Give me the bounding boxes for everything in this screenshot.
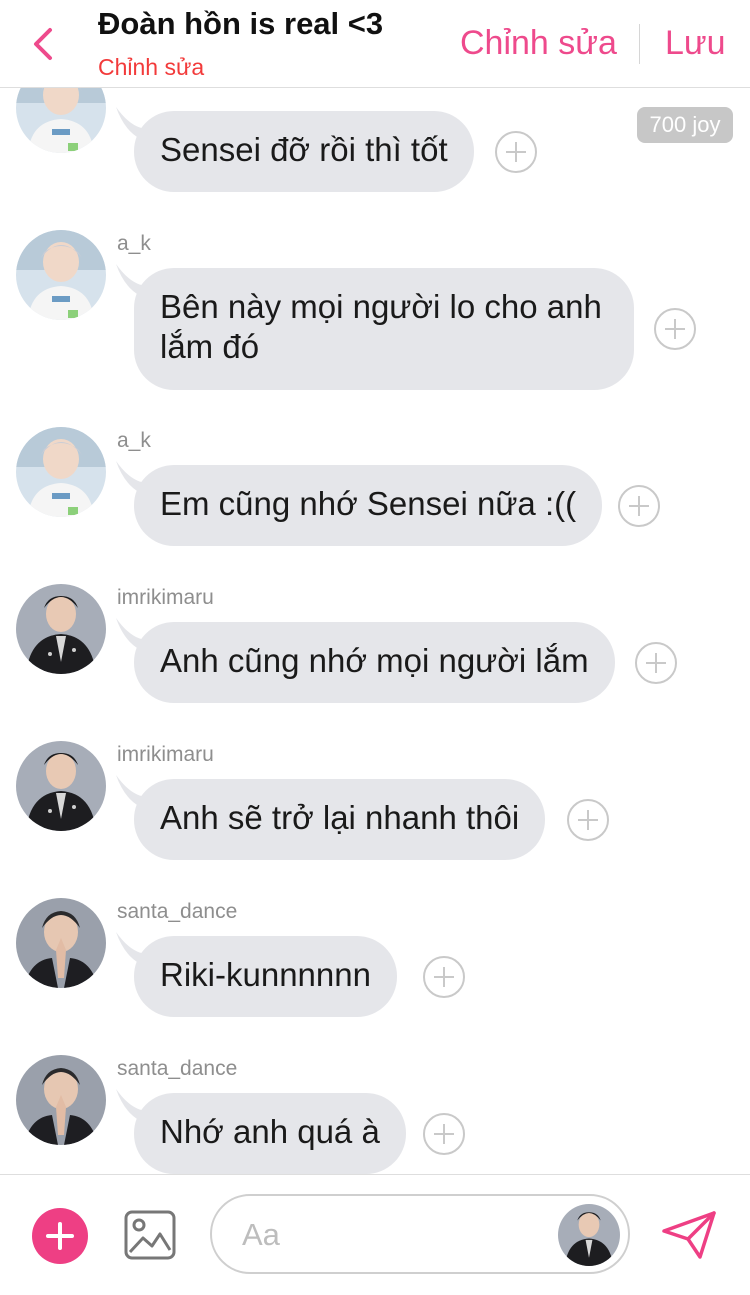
silver-hair-avatar-icon	[16, 230, 106, 320]
chat-subtitle[interactable]: Chỉnh sửa	[98, 54, 204, 81]
avatar[interactable]	[16, 230, 106, 320]
header-divider	[639, 24, 640, 64]
message-input[interactable]	[240, 1212, 544, 1258]
message-bubble[interactable]: Bên này mọi người lo cho anh lắm đó	[134, 268, 634, 390]
dark-suit-avatar-icon	[558, 1204, 620, 1266]
message-username: imrikimaru	[117, 743, 214, 766]
dark-suit-avatar-icon	[16, 584, 106, 674]
message-bubble[interactable]: Anh sẽ trở lại nhanh thôi	[134, 779, 546, 860]
edit-button[interactable]: Chỉnh sửa	[460, 24, 617, 63]
send-icon	[662, 1211, 716, 1259]
add-reaction-button[interactable]	[635, 642, 677, 684]
points-badge: 700 joy	[637, 107, 733, 143]
chevron-left-icon	[34, 28, 52, 60]
message-bubble[interactable]: Em cũng nhớ Sensei nữa :((	[134, 465, 603, 546]
back-button[interactable]	[26, 22, 66, 66]
avatar[interactable]	[16, 1055, 106, 1145]
avatar[interactable]	[16, 584, 106, 674]
plus-icon[interactable]	[32, 1208, 88, 1264]
avatar[interactable]	[16, 898, 106, 988]
avatar[interactable]	[16, 741, 106, 831]
message-username: a_k	[117, 429, 151, 452]
praying-hands-avatar-icon	[16, 1055, 106, 1145]
message-username: imrikimaru	[117, 586, 214, 609]
add-reaction-button[interactable]	[654, 308, 696, 350]
silver-hair-avatar-icon	[16, 427, 106, 517]
message-bubble[interactable]: Anh cũng nhớ mọi người lắm	[134, 622, 615, 703]
image-icon	[124, 1210, 176, 1260]
send-button[interactable]	[660, 1209, 718, 1261]
add-reaction-button[interactable]	[423, 1113, 465, 1155]
message-username: santa_dance	[117, 1057, 238, 1080]
image-button[interactable]	[124, 1210, 176, 1260]
chat-title: Đoàn hồn is real <3	[98, 6, 384, 41]
add-reaction-button[interactable]	[495, 131, 537, 173]
silver-hair-avatar-icon	[16, 88, 106, 153]
add-reaction-button[interactable]	[567, 799, 609, 841]
add-reaction-button[interactable]	[423, 956, 465, 998]
add-reaction-button[interactable]	[618, 485, 660, 527]
message-bubble[interactable]: Nhớ anh quá à	[134, 1093, 406, 1174]
praying-hands-avatar-icon	[16, 898, 106, 988]
message-username: a_k	[117, 232, 151, 255]
composer-bar	[0, 1174, 750, 1295]
save-button[interactable]: Lưu	[665, 24, 726, 63]
avatar[interactable]	[558, 1204, 620, 1266]
message-input-wrapper	[210, 1194, 630, 1274]
message-bubble[interactable]: Riki-kunnnnnn	[134, 936, 397, 1017]
message-list[interactable]: 700 joy a_k Sensei đỡ rồi thì tốt	[0, 88, 750, 1174]
chat-header: Đoàn hồn is real <3 Chỉnh sửa Chỉnh sửa …	[0, 0, 750, 88]
message-username: santa_dance	[117, 900, 238, 923]
message-bubble[interactable]: Sensei đỡ rồi thì tốt	[134, 111, 474, 192]
dark-suit-avatar-icon	[16, 741, 106, 831]
avatar[interactable]	[16, 427, 106, 517]
avatar[interactable]	[16, 88, 106, 153]
